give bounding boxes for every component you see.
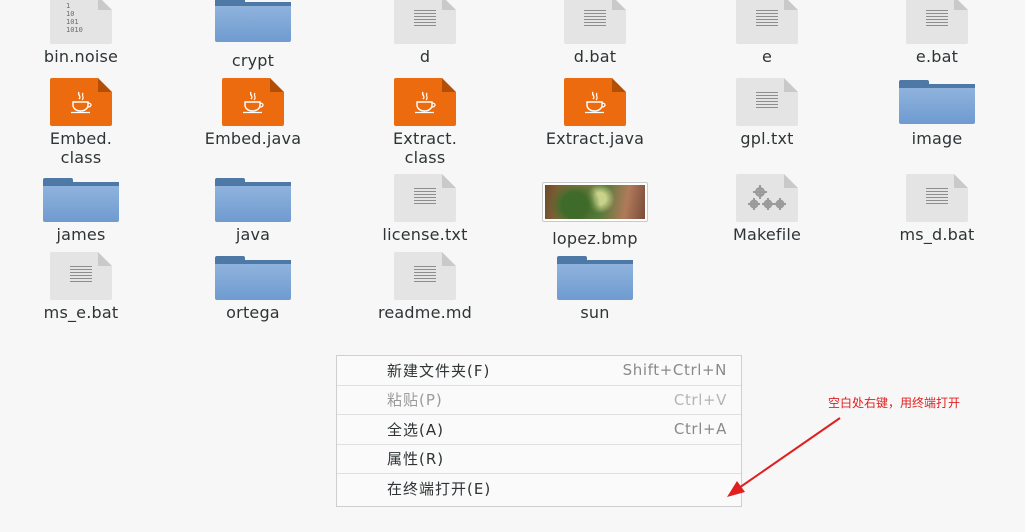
folder-icon — [899, 80, 975, 124]
file-item[interactable]: ms_e.bat — [6, 252, 156, 322]
file-name: james — [56, 225, 106, 244]
file-item[interactable]: lopez.bmp — [520, 178, 670, 248]
makefile-gear-icon — [736, 174, 798, 222]
binary-digits: 1 10 101 1010 — [66, 2, 83, 34]
menu-item-label: 粘贴(P) — [387, 391, 443, 410]
menu-item-paste: 粘贴(P) Ctrl+V — [337, 386, 741, 415]
file-item[interactable]: image — [862, 78, 1012, 148]
file-name: license.txt — [382, 225, 468, 244]
file-item[interactable]: d.bat — [520, 0, 670, 66]
file-name: ortega — [226, 303, 280, 322]
menu-item-properties[interactable]: 属性(R) — [337, 445, 741, 474]
gears-icon — [748, 185, 786, 210]
java-cup-icon — [243, 91, 264, 114]
file-name: crypt — [231, 51, 275, 70]
menu-item-shortcut: Shift+Ctrl+N — [622, 361, 727, 380]
file-name: readme.md — [377, 303, 473, 322]
folder-icon — [557, 256, 633, 300]
java-file-icon — [50, 78, 112, 126]
text-file-icon — [736, 0, 798, 44]
folder-icon — [215, 256, 291, 300]
file-name: Extract.java — [545, 129, 645, 148]
file-name: Embed.java — [204, 129, 302, 148]
file-item[interactable]: Extract. class — [350, 78, 500, 167]
text-file-icon — [736, 78, 798, 126]
file-name: gpl.txt — [740, 129, 794, 148]
file-name: Makefile — [732, 225, 802, 244]
binary-file-icon: 1 10 101 1010 — [50, 0, 112, 44]
text-file-icon — [50, 252, 112, 300]
file-item[interactable]: 1 10 101 1010 bin.noise — [6, 0, 156, 66]
file-name: lopez.bmp — [552, 229, 638, 248]
menu-item-label: 新建文件夹(F) — [387, 361, 491, 380]
file-name: Extract. class — [393, 129, 457, 167]
java-file-icon — [564, 78, 626, 126]
file-name: sun — [580, 303, 610, 322]
text-file-icon — [394, 252, 456, 300]
menu-item-label: 属性(R) — [387, 450, 445, 469]
java-file-icon — [222, 78, 284, 126]
file-name: d.bat — [573, 47, 617, 66]
menu-item-shortcut: Ctrl+A — [673, 420, 727, 439]
file-item[interactable]: e.bat — [862, 0, 1012, 66]
file-name: e — [761, 47, 773, 66]
file-name: e.bat — [915, 47, 959, 66]
file-item[interactable]: Embed.java — [178, 78, 328, 148]
file-item[interactable]: Embed. class — [6, 78, 156, 167]
file-item[interactable]: Extract.java — [520, 78, 670, 148]
java-cup-icon — [71, 91, 92, 114]
menu-item-open-in-terminal[interactable]: 在终端打开(E) — [337, 474, 741, 504]
menu-item-label: 全选(A) — [387, 420, 444, 439]
file-item[interactable]: james — [6, 176, 156, 244]
file-item[interactable]: ortega — [178, 254, 328, 322]
image-thumbnail-icon — [542, 182, 648, 222]
file-name: Embed. class — [49, 129, 113, 167]
java-file-icon — [394, 78, 456, 126]
java-cup-icon — [415, 91, 436, 114]
file-item[interactable]: d — [350, 0, 500, 66]
file-name: bin.noise — [43, 47, 119, 66]
file-name: java — [235, 225, 271, 244]
context-menu: 新建文件夹(F) Shift+Ctrl+N 粘贴(P) Ctrl+V 全选(A)… — [336, 355, 742, 507]
file-item[interactable]: ms_d.bat — [862, 174, 1012, 244]
file-item[interactable]: e — [692, 0, 842, 66]
file-item[interactable]: java — [178, 176, 328, 244]
folder-icon — [43, 178, 119, 222]
text-file-icon — [564, 0, 626, 44]
folder-icon — [215, 178, 291, 222]
file-item[interactable]: readme.md — [350, 252, 500, 322]
file-item[interactable]: gpl.txt — [692, 78, 842, 148]
menu-item-select-all[interactable]: 全选(A) Ctrl+A — [337, 415, 741, 445]
text-file-icon — [394, 0, 456, 44]
file-grid: 1 10 101 1010 bin.noise crypt d d.bat e … — [0, 0, 1025, 340]
text-file-icon — [906, 0, 968, 44]
file-name: ms_e.bat — [43, 303, 119, 322]
file-item[interactable]: crypt — [178, 0, 328, 70]
menu-item-shortcut: Ctrl+V — [673, 390, 727, 409]
text-file-icon — [906, 174, 968, 222]
java-cup-icon — [585, 91, 606, 114]
file-name: ms_d.bat — [899, 225, 975, 244]
file-manager-view: 1 10 101 1010 bin.noise crypt d d.bat e … — [0, 0, 1025, 532]
menu-item-new-folder[interactable]: 新建文件夹(F) Shift+Ctrl+N — [337, 356, 741, 386]
file-name: image — [911, 129, 963, 148]
file-item[interactable]: license.txt — [350, 174, 500, 244]
file-item[interactable]: Makefile — [692, 174, 842, 244]
file-name: d — [419, 47, 431, 66]
file-item[interactable]: sun — [520, 254, 670, 322]
text-file-icon — [394, 174, 456, 222]
menu-item-label: 在终端打开(E) — [387, 480, 492, 499]
folder-icon — [215, 0, 291, 42]
annotation-text: 空白处右键，用终端打开 — [828, 396, 961, 410]
